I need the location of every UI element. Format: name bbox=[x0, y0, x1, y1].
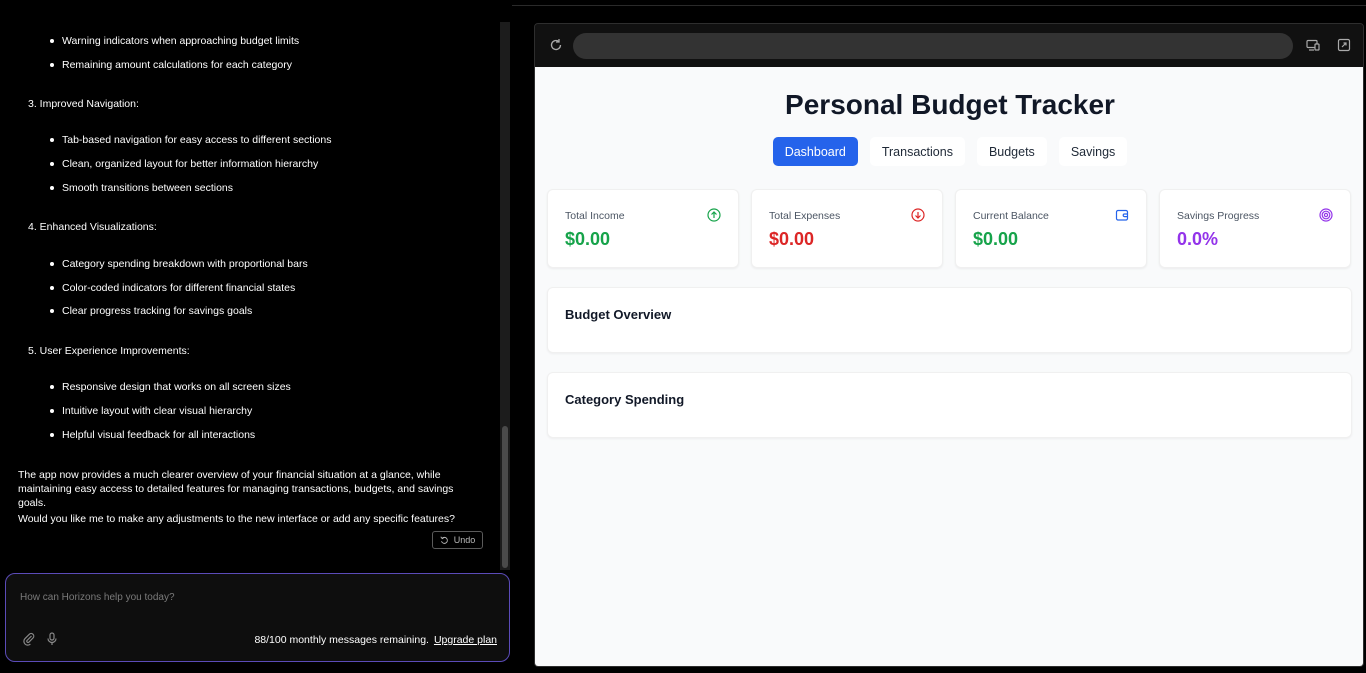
preview-browser: Personal Budget Tracker Dashboard Transa… bbox=[534, 23, 1364, 667]
list-item: Helpful visual feedback for all interact… bbox=[49, 429, 256, 441]
list-item: Remaining amount calculations for each c… bbox=[50, 59, 292, 71]
target-icon bbox=[1319, 208, 1333, 222]
list-item: Intuitive layout with clear visual hiera… bbox=[49, 405, 253, 417]
arrow-up-circle-icon bbox=[707, 208, 721, 222]
card-label: Savings Progress bbox=[1177, 210, 1260, 222]
reload-icon[interactable] bbox=[549, 38, 563, 52]
tab-savings[interactable]: Savings bbox=[1058, 137, 1128, 166]
undo-label: Undo bbox=[453, 535, 476, 545]
scrollbar-thumb[interactable] bbox=[502, 426, 508, 568]
question-text: Would you like me to make any adjustment… bbox=[18, 513, 455, 525]
tab-budgets[interactable]: Budgets bbox=[976, 137, 1047, 166]
section-title: Budget Overview bbox=[565, 307, 672, 322]
undo-button[interactable]: Undo bbox=[432, 531, 483, 549]
wallet-icon bbox=[1115, 209, 1129, 221]
microphone-icon[interactable] bbox=[46, 632, 58, 646]
total-income-card: Total Income $0.00 bbox=[547, 189, 739, 268]
messages-remaining: 88/100 monthly messages remaining. Upgrad… bbox=[254, 634, 497, 646]
chat-panel: Warning indicators when approaching budg… bbox=[0, 0, 512, 673]
card-value: $0.00 bbox=[769, 229, 815, 249]
total-expenses-card: Total Expenses $0.00 bbox=[751, 189, 943, 268]
prompt-input[interactable]: How can Horizons help you today? bbox=[20, 592, 175, 603]
summary-cards: Total Income $0.00 Total Expenses $0.00 … bbox=[547, 189, 1352, 268]
arrow-down-circle-icon bbox=[911, 208, 925, 222]
list-item: Color-coded indicators for different fin… bbox=[49, 282, 296, 294]
list-item: Clean, organized layout for better infor… bbox=[49, 158, 319, 170]
url-bar[interactable] bbox=[573, 33, 1293, 59]
messages-remaining-text: 88/100 monthly messages remaining. bbox=[254, 634, 429, 646]
current-balance-card: Current Balance $0.00 bbox=[955, 189, 1147, 268]
budget-overview-section: Budget Overview bbox=[547, 287, 1352, 353]
section-heading: 5. User Experience Improvements: bbox=[28, 345, 190, 357]
section-heading: 4. Enhanced Visualizations: bbox=[28, 221, 157, 233]
undo-icon bbox=[440, 535, 448, 544]
upgrade-plan-link[interactable]: Upgrade plan bbox=[434, 634, 497, 646]
card-value: $0.00 bbox=[973, 229, 1019, 249]
list-item: Smooth transitions between sections bbox=[49, 182, 234, 194]
page-title: Personal Budget Tracker bbox=[785, 89, 1115, 120]
tab-bar: Dashboard Transactions Budgets Savings bbox=[535, 137, 1363, 166]
list-item: Clear progress tracking for savings goal… bbox=[49, 305, 253, 317]
savings-progress-card: Savings Progress 0.0% bbox=[1159, 189, 1351, 268]
tab-transactions[interactable]: Transactions bbox=[869, 137, 965, 166]
card-label: Total Expenses bbox=[769, 210, 841, 222]
list-item: Responsive design that works on all scre… bbox=[50, 381, 291, 393]
list-item: Tab-based navigation for easy access to … bbox=[49, 134, 332, 146]
card-label: Total Income bbox=[565, 210, 625, 222]
tab-dashboard[interactable]: Dashboard bbox=[772, 137, 858, 166]
chat-messages[interactable]: Warning indicators when approaching budg… bbox=[0, 20, 500, 570]
list-item: Warning indicators when approaching budg… bbox=[49, 35, 300, 47]
section-heading: 3. Improved Navigation: bbox=[28, 98, 139, 110]
section-title: Category Spending bbox=[565, 392, 685, 407]
card-value: $0.00 bbox=[565, 229, 611, 249]
app-viewport: Personal Budget Tracker Dashboard Transa… bbox=[535, 67, 1363, 666]
expand-icon[interactable] bbox=[1337, 38, 1351, 52]
card-label: Current Balance bbox=[973, 210, 1049, 222]
list-item: Category spending breakdown with proport… bbox=[50, 258, 308, 270]
browser-toolbar bbox=[535, 24, 1363, 67]
devices-icon[interactable] bbox=[1306, 38, 1320, 52]
prompt-input-box[interactable]: How can Horizons help you today? 88/100 … bbox=[5, 573, 510, 662]
paperclip-icon[interactable] bbox=[22, 632, 36, 646]
category-spending-section: Category Spending bbox=[547, 372, 1352, 438]
summary-text: The app now provides a much clearer over… bbox=[18, 469, 454, 509]
card-value: 0.0% bbox=[1177, 229, 1219, 249]
